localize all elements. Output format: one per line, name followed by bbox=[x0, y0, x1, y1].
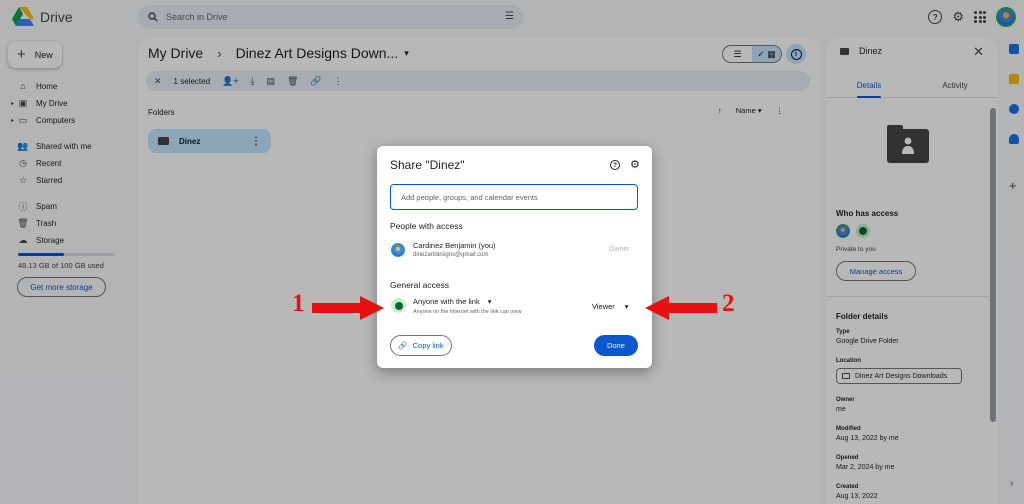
user-avatar bbox=[391, 243, 405, 257]
access-option: Anyone with the link bbox=[413, 297, 480, 306]
person-name: Cardinez Benjamin (you) bbox=[413, 241, 496, 250]
share-dialog-title: Share "Dinez" bbox=[390, 158, 465, 172]
general-access-heading: General access bbox=[390, 280, 450, 290]
person-role: Owner bbox=[609, 246, 630, 253]
role-dropdown[interactable]: Viewer ▾ bbox=[592, 302, 629, 311]
globe-icon bbox=[391, 298, 406, 313]
share-dialog: Share "Dinez" ? ⚙ People with access Car… bbox=[377, 146, 652, 368]
link-icon: 🔗 bbox=[398, 341, 408, 350]
general-access-dropdown[interactable]: Anyone with the link ▾ bbox=[413, 297, 491, 306]
person-email: dinezartdesigns@gmail.com bbox=[413, 252, 489, 258]
annotation-number-1: 1 bbox=[292, 290, 305, 317]
annotation-arrow-right bbox=[312, 296, 384, 320]
people-with-access-heading: People with access bbox=[390, 221, 463, 231]
settings-icon[interactable]: ⚙ bbox=[630, 158, 640, 171]
caret-down-icon: ▾ bbox=[487, 297, 492, 306]
annotation-number-2: 2 bbox=[722, 290, 735, 317]
done-button[interactable]: Done bbox=[594, 335, 638, 356]
annotation-arrow-left bbox=[645, 296, 717, 320]
access-description: Anyone on the internet with the link can… bbox=[413, 309, 522, 315]
copy-link-button[interactable]: 🔗 Copy link bbox=[390, 335, 452, 356]
help-icon[interactable]: ? bbox=[610, 160, 620, 170]
caret-down-icon: ▾ bbox=[624, 302, 629, 311]
add-people-input[interactable] bbox=[390, 184, 638, 210]
copy-link-label: Copy link bbox=[412, 341, 444, 350]
role-option: Viewer bbox=[592, 302, 615, 311]
